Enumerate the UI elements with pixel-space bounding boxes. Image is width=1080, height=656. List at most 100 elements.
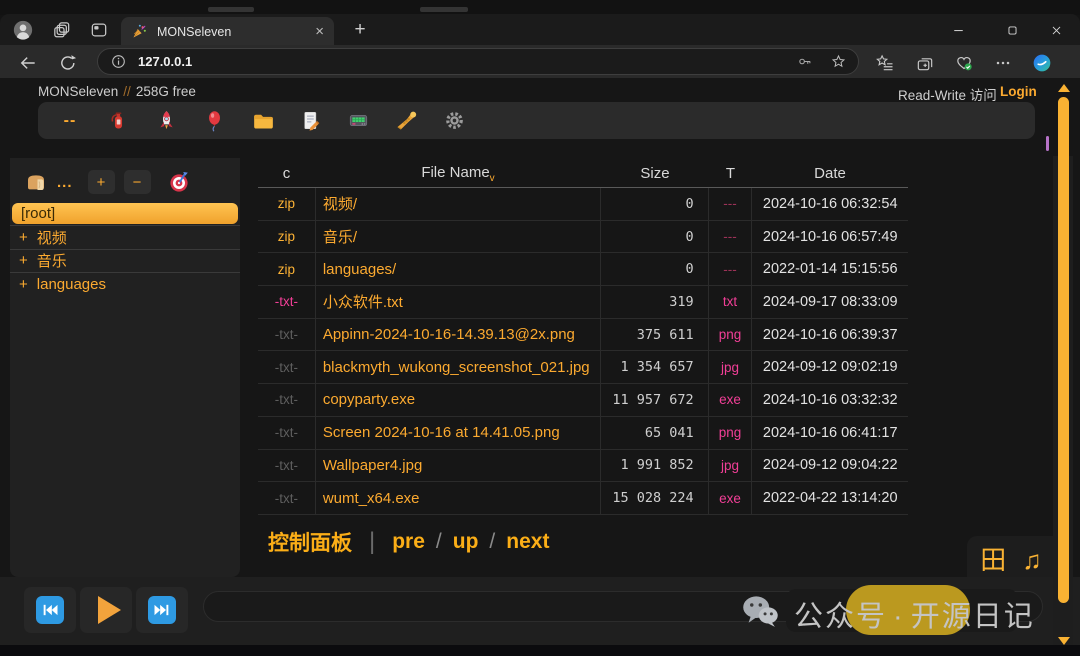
audio-player-toggle[interactable]: ♫ — [1022, 547, 1042, 573]
copilot-icon[interactable] — [1030, 51, 1054, 75]
row-file-link[interactable]: languages/ — [315, 253, 600, 285]
scrollbar-down-icon[interactable] — [1058, 637, 1070, 645]
dart-icon[interactable] — [168, 170, 192, 194]
tab-close-icon[interactable]: × — [313, 24, 326, 39]
tree-collapse-button[interactable]: − — [124, 170, 151, 194]
scrollbar-marker — [1046, 136, 1049, 151]
row-file-link[interactable]: Appinn-2024-10-16-14.39.13@2x.png — [315, 319, 600, 351]
row-file-link[interactable]: 小众软件.txt — [315, 286, 600, 318]
memo-icon[interactable] — [286, 106, 334, 136]
back-icon[interactable] — [16, 51, 40, 75]
maximize-button[interactable] — [992, 16, 1032, 44]
header-file-name[interactable]: File Namev — [315, 164, 601, 184]
grid-view-toggle[interactable]: 田 — [980, 547, 1006, 573]
row-compress-link[interactable]: -txt- — [258, 458, 315, 473]
row-size: 0 — [600, 188, 708, 220]
folder-icon[interactable] — [238, 106, 286, 136]
nav-pipe: | — [369, 528, 375, 556]
row-compress-link[interactable]: -txt- — [258, 327, 315, 342]
row-compress-link[interactable]: -txt- — [258, 491, 315, 506]
row-file-link[interactable]: wumt_x64.exe — [315, 482, 600, 514]
row-file-link[interactable]: Screen 2024-10-16 at 14.41.05.png — [315, 417, 600, 449]
expand-toggle[interactable]: + — [19, 252, 28, 269]
gear-icon[interactable] — [430, 106, 478, 136]
seek-bar[interactable] — [203, 591, 1043, 622]
more-menu-icon[interactable] — [991, 51, 1015, 75]
sidebar-item-languages[interactable]: +languages — [10, 272, 240, 296]
pager-icon[interactable] — [334, 106, 382, 136]
row-compress-link[interactable]: -txt- — [258, 392, 315, 407]
bread-icon[interactable] — [24, 170, 48, 194]
sidebar-item-music[interactable]: +音乐 — [10, 249, 240, 273]
next-track-button[interactable] — [136, 587, 188, 633]
favorite-star-icon[interactable] — [828, 52, 848, 72]
row-compress-link[interactable]: zip — [258, 262, 315, 277]
row-file-link[interactable]: Wallpaper4.jpg — [315, 450, 600, 482]
sidebar-item-label: [root] — [21, 205, 55, 222]
minimize-button[interactable] — [938, 16, 978, 44]
skip-back-icon — [36, 596, 64, 624]
new-tab-button[interactable]: + — [348, 18, 372, 42]
row-file-link[interactable]: 音乐/ — [315, 221, 600, 253]
tree-dots-button[interactable]: ... — [57, 174, 73, 191]
url-text[interactable]: 127.0.0.1 — [138, 54, 794, 69]
play-button[interactable] — [80, 587, 132, 633]
party-popper-icon — [129, 22, 149, 42]
collections-icon[interactable] — [913, 51, 937, 75]
tree-controls: ... + − — [10, 158, 240, 203]
row-compress-link[interactable]: -txt- — [258, 294, 315, 309]
address-bar[interactable]: 127.0.0.1 — [97, 48, 859, 75]
previous-track-button[interactable] — [24, 587, 76, 633]
dashes-toggle-icon[interactable]: -- — [46, 106, 94, 136]
nav-up-link[interactable]: up — [453, 530, 479, 554]
table-row: -txt-copyparty.exe11 957 672exe2024-10-1… — [258, 384, 908, 417]
sidebar-item-root[interactable]: [root] — [12, 203, 238, 224]
browser-essentials-icon[interactable] — [952, 51, 976, 75]
row-compress-link[interactable]: zip — [258, 196, 315, 211]
row-size: 319 — [600, 286, 708, 318]
row-size: 15 028 224 — [600, 482, 708, 514]
favorites-list-icon[interactable] — [873, 51, 897, 75]
balloon-icon[interactable] — [190, 106, 238, 136]
row-compress-link[interactable]: -txt- — [258, 360, 315, 375]
nav-next-link[interactable]: next — [506, 530, 549, 554]
nav-pre-link[interactable]: pre — [392, 530, 425, 554]
header-size[interactable]: Size — [601, 165, 709, 182]
scrollbar-up-icon[interactable] — [1058, 84, 1070, 92]
fire-extinguisher-icon[interactable] — [94, 106, 142, 136]
header-compress[interactable]: c — [258, 165, 315, 182]
expand-toggle[interactable]: + — [19, 276, 28, 293]
sidebar-item-videos[interactable]: +视频 — [10, 225, 240, 249]
header-date[interactable]: Date — [752, 165, 908, 182]
password-icon[interactable] — [794, 52, 814, 72]
workspaces-icon[interactable] — [50, 18, 74, 42]
control-panel-link[interactable]: 控制面板 — [268, 527, 352, 557]
row-file-link[interactable]: 视频/ — [315, 188, 600, 220]
row-file-link[interactable]: blackmyth_wukong_screenshot_021.jpg — [315, 351, 600, 383]
trumpet-icon[interactable] — [382, 106, 430, 136]
row-compress-link[interactable]: -txt- — [258, 425, 315, 440]
refresh-icon[interactable] — [56, 51, 80, 75]
table-row: zip音乐/0---2024-10-16 06:57:49 — [258, 221, 908, 254]
row-size: 0 — [600, 253, 708, 285]
free-space: 258G free — [136, 84, 196, 99]
row-file-link[interactable]: copyparty.exe — [315, 384, 600, 416]
row-compress-link[interactable]: zip — [258, 229, 315, 244]
profile-avatar[interactable] — [11, 18, 35, 42]
tree-expand-button[interactable]: + — [88, 170, 115, 194]
row-date: 2024-09-17 08:33:09 — [752, 286, 908, 318]
expand-toggle[interactable]: + — [19, 229, 28, 246]
action-toolbar: -- — [38, 102, 1035, 139]
login-link[interactable]: Login — [1000, 84, 1037, 99]
header-type[interactable]: T — [709, 165, 752, 182]
file-table: c File Namev Size T Date zip视频/0---2024-… — [258, 160, 908, 515]
close-button[interactable] — [1036, 16, 1076, 44]
browser-tab[interactable]: MONSeleven × — [121, 17, 334, 46]
tab-actions-icon[interactable] — [87, 18, 111, 42]
scrollbar-thumb[interactable] — [1058, 97, 1069, 603]
row-date: 2024-10-16 06:39:37 — [752, 319, 908, 351]
rocket-icon[interactable] — [142, 106, 190, 136]
site-info-icon[interactable] — [108, 52, 128, 72]
table-body: zip视频/0---2024-10-16 06:32:54zip音乐/0---2… — [258, 188, 908, 515]
site-title[interactable]: MONSeleven — [38, 84, 118, 99]
